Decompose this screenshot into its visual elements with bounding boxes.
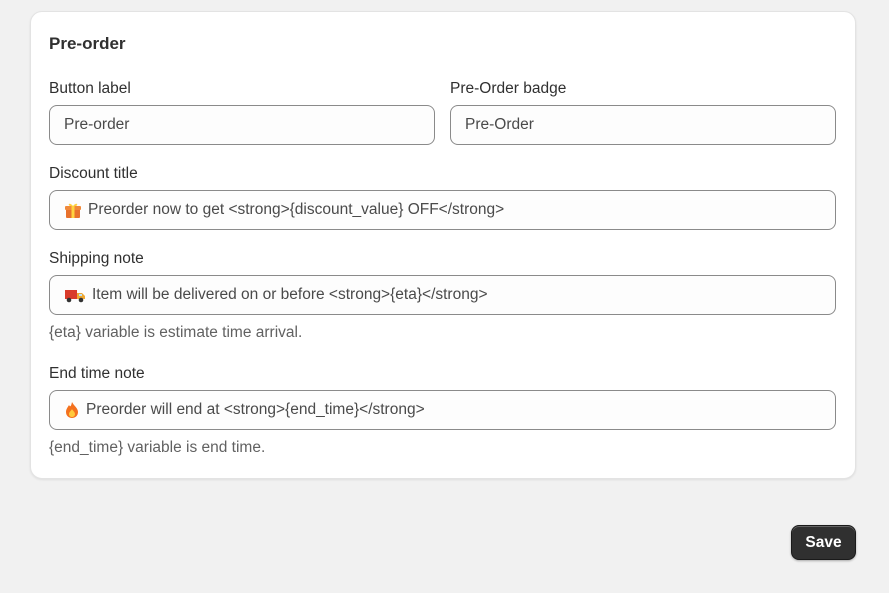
discount-title-label: Discount title — [49, 165, 138, 182]
button-label-value: Pre-order — [64, 116, 130, 133]
fire-icon — [64, 401, 80, 419]
shipping-note-value: Item will be delivered on or before <str… — [92, 286, 488, 303]
button-label-input[interactable]: Pre-order — [49, 105, 435, 145]
shipping-note-label: Shipping note — [49, 250, 144, 267]
card-title: Pre-order — [49, 34, 126, 53]
shipping-note-input[interactable]: Item will be delivered on or before <str… — [49, 275, 836, 315]
gift-icon — [64, 201, 82, 219]
discount-title-input[interactable]: Preorder now to get <strong>{discount_va… — [49, 190, 836, 230]
end-time-note-label: End time note — [49, 365, 145, 382]
end-time-note-input[interactable]: Preorder will end at <strong>{end_time}<… — [49, 390, 836, 430]
delivery-truck-icon — [64, 286, 86, 304]
badge-label: Pre-Order badge — [450, 80, 567, 97]
badge-value: Pre-Order — [465, 116, 534, 133]
save-button[interactable]: Save — [791, 525, 856, 560]
end-time-note-value: Preorder will end at <strong>{end_time}<… — [86, 401, 425, 418]
badge-input[interactable]: Pre-Order — [450, 105, 836, 145]
button-label-label: Button label — [49, 80, 131, 97]
shipping-note-help: {eta} variable is estimate time arrival. — [49, 324, 303, 341]
discount-title-value: Preorder now to get <strong>{discount_va… — [88, 201, 505, 218]
end-time-note-help: {end_time} variable is end time. — [49, 439, 266, 456]
pre-order-card: Pre-order Button label Pre-order Pre-Ord… — [30, 11, 856, 479]
